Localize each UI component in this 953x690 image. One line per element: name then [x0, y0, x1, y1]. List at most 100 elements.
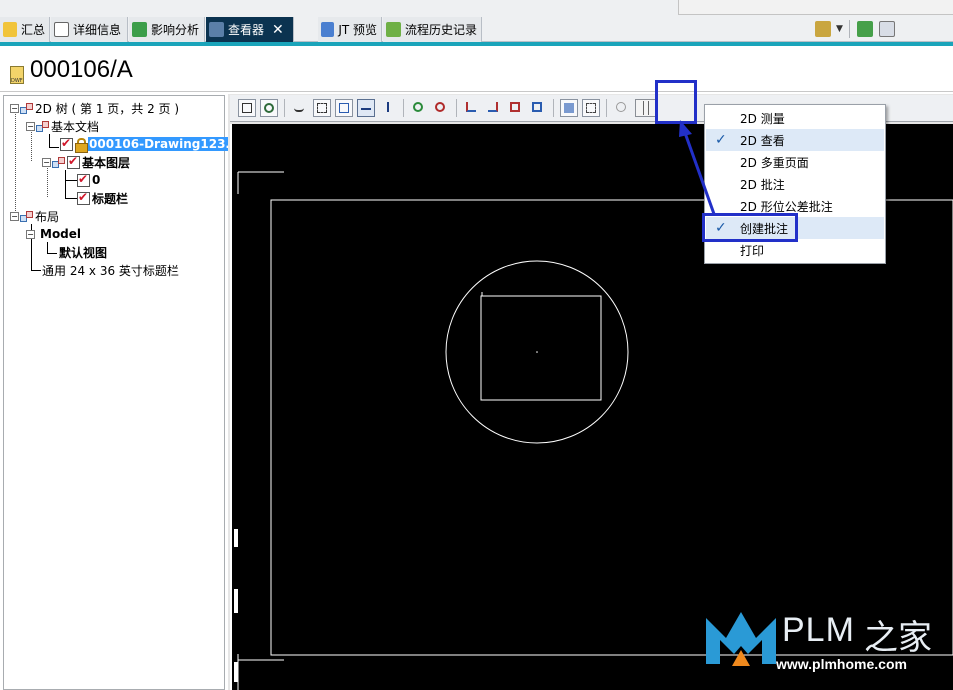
zoom-box-icon[interactable] — [335, 99, 353, 117]
collapse-icon[interactable]: − — [42, 157, 51, 167]
tab-viewer[interactable]: 查看器 ✕ — [206, 17, 294, 42]
pan-icon[interactable] — [357, 99, 375, 117]
menu-item-label: 2D 测量 — [740, 111, 785, 126]
tree-title-block-label: 标题栏 — [92, 191, 129, 206]
view-tools: ▼ — [812, 19, 898, 39]
collapse-icon[interactable]: − — [10, 211, 19, 221]
tree-item-base-layer[interactable]: − 基本图层 — [42, 153, 130, 171]
collapse-icon[interactable]: − — [26, 121, 35, 131]
tree-item-base-doc[interactable]: − 基本文档 — [26, 117, 99, 135]
tree-layer-0-label: 0 — [92, 173, 101, 187]
jt-preview-icon — [321, 22, 335, 37]
menu-item-2d-view[interactable]: ✓ 2D 查看 — [706, 129, 884, 151]
chevron-down-icon[interactable]: ▼ — [836, 24, 843, 34]
frame-text-mark — [234, 529, 238, 547]
tab-bar: 汇总 详细信息 影响分析 查看器 ✕ JT 预览 流程历史记录 ▼ — [0, 0, 953, 42]
select-area-icon[interactable] — [582, 99, 600, 117]
tree-connector — [65, 170, 66, 198]
tree-model-label: Model — [40, 227, 82, 241]
drawing-border — [270, 199, 953, 656]
tree-general-title-block-label: 通用 24 x 36 英寸标题栏 — [42, 263, 179, 278]
drawing-rectangle — [480, 295, 602, 401]
fit-all-icon[interactable] — [238, 99, 256, 117]
tree-connector — [65, 198, 77, 199]
group-icon — [52, 156, 65, 168]
visibility-checkbox[interactable] — [67, 154, 80, 169]
tree-item-title-block[interactable]: 标题栏 — [77, 189, 128, 207]
tree-connector — [15, 109, 16, 215]
checkin-icon[interactable] — [856, 21, 873, 37]
tools-divider — [848, 20, 850, 38]
zoom-window-icon[interactable] — [313, 99, 331, 117]
rotate-right-icon[interactable] — [485, 99, 503, 117]
tree-base-layer-label: 基本图层 — [82, 155, 131, 170]
lock-icon — [75, 137, 88, 153]
glasses-icon[interactable] — [291, 99, 309, 117]
tab-summary[interactable]: 汇总 — [0, 17, 50, 42]
tree-connector — [47, 253, 57, 254]
dwf-document-icon — [10, 66, 24, 84]
tree-connector — [31, 270, 41, 271]
tab-summary-label: 汇总 — [20, 23, 45, 37]
menu-item-label: 2D 多重页面 — [740, 155, 809, 170]
zoom-vertical-icon[interactable] — [379, 99, 397, 117]
flip-vertical-icon[interactable] — [507, 99, 525, 117]
view-menu-icon[interactable] — [815, 21, 831, 37]
menu-item-print[interactable]: 打印 — [706, 239, 884, 261]
tab-details[interactable]: 详细信息 — [51, 17, 128, 42]
rotate-left-icon[interactable] — [463, 99, 481, 117]
tree-root-label: 2D 树 ( 第 1 页，共 2 页 ) — [35, 101, 180, 116]
tree-item-model[interactable]: − Model — [26, 225, 81, 243]
view-eye-icon[interactable] — [260, 99, 278, 117]
tab-jt-preview-label: JT 预览 — [338, 23, 377, 37]
tab-impact-analysis[interactable]: 影响分析 — [129, 17, 205, 42]
object-title-bar: 000106/A — [0, 46, 953, 92]
frame-text-mark — [234, 589, 238, 613]
window-icon[interactable] — [878, 21, 895, 37]
tree-item-drawing-file[interactable]: 000106-Drawing123.d — [60, 135, 240, 153]
close-icon[interactable]: ✕ — [272, 22, 284, 38]
frame-text-mark — [234, 662, 238, 682]
group-icon — [20, 210, 33, 222]
copy-icon[interactable] — [560, 99, 578, 117]
menu-item-label: 打印 — [740, 243, 765, 258]
collapse-icon[interactable]: − — [10, 103, 19, 113]
impact-analysis-icon — [132, 22, 147, 37]
tab-jt-preview[interactable]: JT 预览 — [318, 17, 382, 42]
tree-item-general-title-block[interactable]: 通用 24 x 36 英寸标题栏 — [42, 261, 179, 279]
visibility-checkbox[interactable] — [60, 136, 73, 151]
viewer-icon — [209, 22, 224, 37]
tree-base-doc-label: 基本文档 — [51, 119, 100, 134]
visibility-checkbox[interactable] — [77, 190, 90, 205]
tab-workflow-history[interactable]: 流程历史记录 — [383, 17, 482, 42]
tab-bar-right-box — [678, 0, 953, 15]
workflow-history-icon — [386, 22, 401, 37]
menu-item-2d-multipage[interactable]: 2D 多重页面 — [706, 151, 884, 173]
flip-horizontal-icon[interactable] — [529, 99, 547, 117]
zoom-out-icon[interactable] — [432, 99, 450, 117]
menu-item-2d-measure[interactable]: 2D 测量 — [706, 107, 884, 129]
annotation-arrow-icon — [679, 120, 716, 215]
toolbar-divider — [606, 99, 607, 117]
collapse-icon[interactable]: − — [26, 229, 35, 239]
plm-logo-icon — [706, 612, 776, 666]
zoom-in-icon[interactable] — [410, 99, 428, 117]
search-icon[interactable] — [613, 99, 631, 117]
visibility-checkbox[interactable] — [77, 172, 90, 187]
tab-viewer-label: 查看器 — [228, 23, 265, 37]
menu-item-2d-markup[interactable]: 2D 批注 — [706, 173, 884, 195]
menu-item-label: 2D 形位公差批注 — [740, 199, 833, 214]
tree-item-layer-0[interactable]: 0 — [77, 171, 100, 189]
group-icon — [20, 102, 33, 114]
menu-item-label: 2D 查看 — [740, 133, 785, 148]
tree-item-default-view[interactable]: 默认视图 — [59, 243, 107, 261]
toolbar-options-button[interactable] — [635, 99, 657, 117]
tree-connector — [65, 180, 77, 181]
tab-workflow-history-label: 流程历史记录 — [404, 23, 477, 37]
details-icon — [54, 22, 69, 37]
tree-item-root[interactable]: − 2D 树 ( 第 1 页，共 2 页 ) — [10, 99, 179, 117]
tab-details-label: 详细信息 — [73, 23, 122, 37]
group-icon — [36, 120, 49, 132]
tree-item-layout[interactable]: − 布局 — [10, 207, 59, 225]
watermark: PLM 之家 www.plmhome.com — [700, 604, 953, 690]
